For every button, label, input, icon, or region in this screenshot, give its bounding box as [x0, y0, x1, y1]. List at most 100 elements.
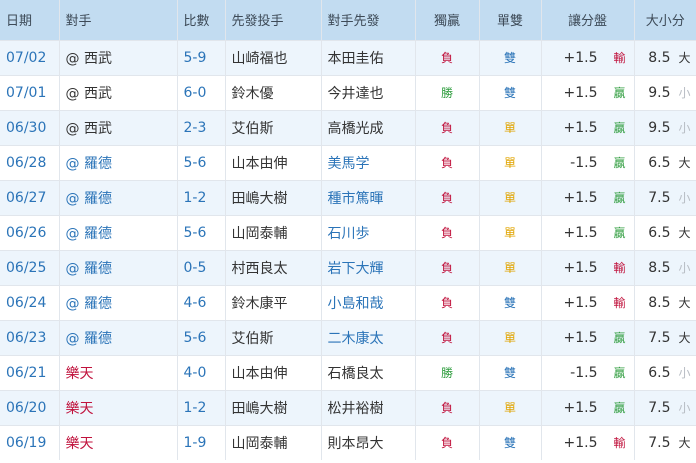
opponent-starter: 松井裕樹	[320, 390, 415, 425]
game-date: 06/28	[6, 154, 47, 171]
game-score[interactable]: 1-9	[176, 425, 225, 460]
over-under-cell: 7.5 小	[633, 390, 696, 425]
spread-line: +1.5	[563, 120, 598, 136]
game-date: 06/26	[6, 224, 47, 241]
game-score[interactable]: 5-6	[176, 320, 225, 355]
opponent-starter[interactable]: 岩下大輝	[320, 250, 415, 285]
over-under-line: 9.5	[648, 120, 671, 136]
header-odd-even: 單雙	[478, 0, 541, 40]
opponent-starter: 本田圭佑	[320, 40, 415, 75]
table-row: 06/20 樂天 1-2 田嶋大樹 松井裕樹負單 +1.5 贏 7.5 小	[0, 390, 696, 425]
odd-even-result: 單	[478, 390, 541, 425]
opponent-team[interactable]: 樂天	[58, 425, 177, 460]
opponent-team[interactable]: @ 羅德	[58, 250, 177, 285]
opponent-team[interactable]: 樂天	[58, 390, 177, 425]
opponent-team[interactable]: @ 羅德	[58, 215, 177, 250]
opponent-starter[interactable]: 小島和哉	[320, 285, 415, 320]
spread-cell: +1.5 贏	[540, 75, 634, 110]
starting-pitcher: 山岡泰輔	[224, 215, 321, 250]
spread-cell: +1.5 贏	[540, 180, 634, 215]
game-score[interactable]: 1-2	[176, 180, 225, 215]
starting-pitcher: 山本由伸	[224, 145, 321, 180]
opponent-team: @ 西武	[58, 75, 177, 110]
game-date: 06/20	[6, 399, 47, 416]
game-score[interactable]: 4-0	[176, 355, 225, 390]
game-date: 06/21	[6, 364, 47, 381]
opponent-starter: 石橋良太	[320, 355, 415, 390]
spread-cell: -1.5 贏	[540, 145, 634, 180]
over-under-line: 7.5	[648, 435, 671, 452]
spread-line: +1.5	[563, 50, 598, 66]
odd-even-result: 雙	[478, 40, 541, 75]
over-under-result: 小	[678, 121, 691, 135]
game-score[interactable]: 1-2	[176, 390, 225, 425]
spread-result: 贏	[613, 86, 626, 100]
header-spread: 讓分盤	[540, 0, 634, 40]
game-score[interactable]: 2-3	[176, 110, 225, 145]
game-score[interactable]: 5-6	[176, 215, 225, 250]
game-date: 06/19	[6, 434, 47, 451]
table-row: 06/27 @ 羅德 1-2 田嶋大樹 種市篤暉負單 +1.5 贏 7.5 小	[0, 180, 696, 215]
spread-cell: +1.5 贏	[540, 390, 634, 425]
over-under-line: 6.5	[648, 365, 671, 381]
spread-cell: +1.5 輸	[540, 425, 634, 460]
game-score[interactable]: 5-6	[176, 145, 225, 180]
over-under-cell: 7.5 大	[633, 425, 696, 460]
over-under-line: 7.5	[648, 190, 671, 206]
game-score[interactable]: 4-6	[176, 285, 225, 320]
starting-pitcher: 田嶋大樹	[224, 390, 321, 425]
opponent-team[interactable]: @ 羅德	[58, 320, 177, 355]
over-under-line: 8.5	[648, 260, 671, 276]
over-under-cell: 6.5 大	[633, 145, 696, 180]
table-row: 07/01 @ 西武 6-0 鈴木優 今井達也勝雙 +1.5 贏 9.5 小	[0, 75, 696, 110]
header-opponent-starter: 對手先發	[320, 0, 415, 40]
opponent-starter: 高橋光成	[320, 110, 415, 145]
game-score[interactable]: 0-5	[176, 250, 225, 285]
over-under-result: 大	[678, 226, 691, 240]
opponent-team[interactable]: @ 羅德	[58, 285, 177, 320]
starting-pitcher: 艾伯斯	[224, 110, 321, 145]
odd-even-result: 雙	[478, 425, 541, 460]
opponent-starter[interactable]: 二木康太	[320, 320, 415, 355]
opponent-team: @ 西武	[58, 110, 177, 145]
opponent-starter[interactable]: 美馬学	[320, 145, 415, 180]
starting-pitcher: 山岡泰輔	[224, 425, 321, 460]
game-score[interactable]: 6-0	[176, 75, 225, 110]
spread-line: +1.5	[563, 435, 598, 452]
opponent-team[interactable]: @ 羅德	[58, 145, 177, 180]
spread-cell: +1.5 輸	[540, 250, 634, 285]
opponent-starter[interactable]: 石川歩	[320, 215, 415, 250]
over-under-cell: 7.5 小	[633, 180, 696, 215]
opponent-team[interactable]: @ 羅德	[58, 180, 177, 215]
table-header-row: 日期 對手 比數 先發投手 對手先發 獨贏 單雙 讓分盤 大小分	[0, 0, 696, 40]
odd-even-result: 單	[478, 110, 541, 145]
opponent-team[interactable]: 樂天	[58, 355, 177, 390]
odd-even-result: 雙	[478, 285, 541, 320]
spread-cell: +1.5 贏	[540, 110, 634, 145]
spread-line: +1.5	[563, 85, 598, 101]
over-under-result: 小	[678, 366, 691, 380]
over-under-cell: 9.5 小	[633, 75, 696, 110]
over-under-line: 9.5	[648, 85, 671, 101]
moneyline-result: 負	[414, 40, 479, 75]
game-date: 07/02	[6, 49, 47, 66]
game-score[interactable]: 5-9	[176, 40, 225, 75]
table-row: 06/23 @ 羅德 5-6 艾伯斯 二木康太負單 +1.5 贏 7.5 大	[0, 320, 696, 355]
odd-even-result: 單	[478, 250, 541, 285]
spread-line: -1.5	[570, 365, 598, 381]
header-over-under: 大小分	[633, 0, 696, 40]
opponent-starter[interactable]: 種市篤暉	[320, 180, 415, 215]
over-under-cell: 8.5 大	[633, 285, 696, 320]
spread-line: +1.5	[563, 330, 598, 346]
moneyline-result: 負	[414, 180, 479, 215]
over-under-line: 7.5	[648, 330, 671, 346]
over-under-result: 大	[678, 436, 691, 451]
header-starting-pitcher: 先發投手	[224, 0, 321, 40]
starting-pitcher: 田嶋大樹	[224, 180, 321, 215]
game-date: 06/30	[6, 119, 47, 136]
moneyline-result: 負	[414, 390, 479, 425]
table-row: 06/21 樂天 4-0 山本由伸 石橋良太勝雙 -1.5 贏 6.5 小	[0, 355, 696, 390]
spread-result: 贏	[613, 401, 626, 415]
spread-cell: +1.5 贏	[540, 215, 634, 250]
header-score: 比數	[176, 0, 225, 40]
